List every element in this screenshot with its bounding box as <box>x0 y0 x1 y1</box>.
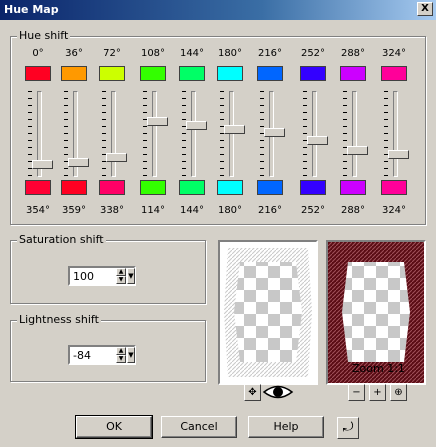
hue-slider-thumb[interactable] <box>32 160 57 169</box>
hue-bottom-label: 338° <box>99 205 125 216</box>
hue-target-swatch <box>61 180 87 195</box>
cancel-button[interactable]: Cancel <box>161 416 237 438</box>
hue-source-swatch <box>25 66 51 81</box>
hue-slider-thumb[interactable] <box>147 117 172 126</box>
dropdown-icon[interactable]: ▼ <box>127 347 135 363</box>
dropdown-icon[interactable]: ▼ <box>127 268 135 284</box>
hue-bottom-label: 252° <box>300 205 326 216</box>
spin-up-icon[interactable]: ▲ <box>116 347 126 355</box>
original-preview[interactable] <box>218 240 318 385</box>
help-button[interactable]: Help <box>248 416 324 438</box>
hue-slider-thumb[interactable] <box>106 153 131 162</box>
hue-target-swatch <box>340 180 366 195</box>
hue-source-swatch <box>300 66 326 81</box>
hue-top-label: 72° <box>103 48 121 59</box>
spin-up-icon[interactable]: ▲ <box>116 268 126 276</box>
slider-ticks <box>220 91 224 177</box>
hue-top-label: 144° <box>179 48 205 59</box>
hue-top-label: 180° <box>217 48 243 59</box>
hue-bottom-label: 354° <box>25 205 51 216</box>
hue-slider-thumb[interactable] <box>68 158 93 167</box>
hue-target-swatch <box>300 180 326 195</box>
hue-top-label: 36° <box>65 48 83 59</box>
zoom-out-icon[interactable]: − <box>348 384 365 401</box>
ok-button[interactable]: OK <box>75 415 153 439</box>
hue-slider-track[interactable] <box>352 91 357 177</box>
hue-slider-track[interactable] <box>312 91 317 177</box>
hue-top-label: 216° <box>257 48 283 59</box>
zoom-label: Zoom 1:1 <box>352 362 405 375</box>
hue-source-swatch <box>140 66 166 81</box>
hue-bottom-label: 216° <box>257 205 283 216</box>
slider-ticks <box>182 91 186 177</box>
slider-ticks <box>102 91 106 177</box>
zoom-fit-icon[interactable]: + <box>369 384 386 401</box>
hue-target-swatch <box>99 180 125 195</box>
reset-icon[interactable]: ⤾ <box>337 417 359 439</box>
saturation-spin-arrows[interactable]: ▲ ▼ <box>116 268 126 284</box>
hue-slider-track[interactable] <box>229 91 234 177</box>
hue-bottom-label: 324° <box>381 205 407 216</box>
slider-ticks <box>343 91 347 177</box>
hue-top-label: 0° <box>32 48 44 59</box>
hue-slider-thumb[interactable] <box>224 125 249 134</box>
hue-top-label: 288° <box>340 48 366 59</box>
zoom-in-icon[interactable]: ⊕ <box>390 384 407 401</box>
hue-target-swatch <box>217 180 243 195</box>
lightness-label: Lightness shift <box>17 313 101 326</box>
hue-top-label: 324° <box>381 48 407 59</box>
hue-source-swatch <box>257 66 283 81</box>
hue-bottom-label: 359° <box>61 205 87 216</box>
hue-slider-track[interactable] <box>152 91 157 177</box>
lightness-input[interactable] <box>71 348 115 362</box>
lightness-spin-arrows[interactable]: ▲ ▼ <box>116 347 126 363</box>
hue-bottom-label: 144° <box>179 205 205 216</box>
hue-slider-thumb[interactable] <box>186 121 211 130</box>
hue-source-swatch <box>381 66 407 81</box>
hue-source-swatch <box>179 66 205 81</box>
close-button[interactable]: X <box>417 2 433 16</box>
hue-slider-track[interactable] <box>191 91 196 177</box>
hue-bottom-label: 180° <box>217 205 243 216</box>
hue-slider-track[interactable] <box>111 91 116 177</box>
hue-slider-thumb[interactable] <box>388 150 413 159</box>
spin-down-icon[interactable]: ▼ <box>116 276 126 284</box>
slider-ticks <box>143 91 147 177</box>
hue-slider-thumb[interactable] <box>264 128 289 137</box>
window-title: Hue Map <box>4 3 59 16</box>
hue-target-swatch <box>257 180 283 195</box>
spin-down-icon[interactable]: ▼ <box>116 355 126 363</box>
hue-source-swatch <box>340 66 366 81</box>
title-bar: Hue Map X <box>0 0 436 20</box>
hue-slider-thumb[interactable] <box>347 146 372 155</box>
hue-shift-label: Hue shift <box>17 29 71 42</box>
hue-slider-thumb[interactable] <box>307 136 332 145</box>
slider-ticks <box>384 91 388 177</box>
hue-source-swatch <box>61 66 87 81</box>
hue-target-swatch <box>140 180 166 195</box>
proof-eye-icon[interactable] <box>262 383 294 401</box>
hue-target-swatch <box>25 180 51 195</box>
hue-target-swatch <box>179 180 205 195</box>
saturation-input[interactable] <box>71 269 115 283</box>
original-image <box>220 242 316 383</box>
hue-source-swatch <box>99 66 125 81</box>
saturation-spinner[interactable]: ▲ ▼ ▼ <box>68 266 136 286</box>
lightness-spinner[interactable]: ▲ ▼ ▼ <box>68 345 136 365</box>
hue-source-swatch <box>217 66 243 81</box>
hue-top-label: 108° <box>140 48 166 59</box>
slider-ticks <box>303 91 307 177</box>
hue-slider-track[interactable] <box>393 91 398 177</box>
hue-top-label: 252° <box>300 48 326 59</box>
saturation-label: Saturation shift <box>17 233 106 246</box>
hue-bottom-label: 114° <box>140 205 166 216</box>
pan-icon[interactable]: ✥ <box>244 384 261 401</box>
hue-target-swatch <box>381 180 407 195</box>
hue-bottom-label: 288° <box>340 205 366 216</box>
